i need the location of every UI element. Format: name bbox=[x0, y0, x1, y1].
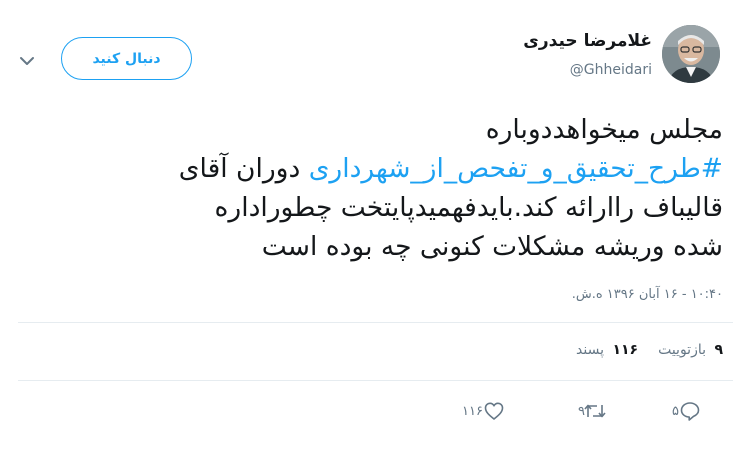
user-handle[interactable]: @Ghheidari bbox=[570, 62, 652, 78]
likes-count: ۱۱۶ bbox=[612, 342, 639, 358]
tweet-line-2-rest: دوران آقای bbox=[178, 153, 309, 184]
divider bbox=[18, 380, 733, 381]
retweet-icon bbox=[584, 400, 607, 422]
retweet-button[interactable]: ۹ bbox=[568, 399, 607, 423]
follow-button[interactable]: دنبال کنید bbox=[61, 37, 192, 80]
chevron-down-icon[interactable] bbox=[14, 48, 40, 74]
tweet-line-3: قالیباف راارائه کند.بایدفهمیدپایتخت چطور… bbox=[214, 192, 723, 223]
action-bar: ۵ ۹ ۱۱۶ bbox=[0, 399, 751, 423]
reply-count: ۵ bbox=[672, 403, 679, 419]
tweet-timestamp[interactable]: ۱۰:۴۰ - ۱۶ آبان ۱۳۹۶ ه.ش. bbox=[572, 287, 723, 302]
retweets-label: بازتوییت bbox=[658, 342, 706, 358]
tweet-line-1: مجلس میخواهددوباره bbox=[485, 114, 723, 145]
tweet-stats: ۹ بازتوییت ۱۱۶ پسند bbox=[576, 342, 723, 358]
reply-button[interactable]: ۵ bbox=[662, 399, 701, 423]
heart-icon bbox=[483, 400, 505, 422]
likes-stat[interactable]: ۱۱۶ پسند bbox=[576, 342, 638, 358]
hashtag-link[interactable]: #طرح_تحقیق_و_تفحص_از_شهرداری bbox=[309, 153, 723, 184]
like-button[interactable]: ۱۱۶ bbox=[452, 399, 505, 423]
reply-icon bbox=[679, 400, 701, 422]
tweet-line-2: #طرح_تحقیق_و_تفحص_از_شهرداری دوران آقای bbox=[83, 149, 723, 188]
like-count: ۱۱۶ bbox=[462, 403, 483, 419]
retweet-count: ۹ bbox=[578, 403, 585, 419]
avatar[interactable] bbox=[662, 25, 720, 83]
display-name[interactable]: غلامرضا حیدری bbox=[523, 31, 652, 51]
likes-label: پسند bbox=[576, 342, 604, 358]
tweet-text: مجلس میخواهددوباره #طرح_تحقیق_و_تفحص_از_… bbox=[83, 110, 723, 266]
retweets-count: ۹ bbox=[714, 342, 723, 358]
tweet-line-4: شده وریشه مشکلات کنونی چه بوده است bbox=[261, 231, 723, 262]
divider bbox=[18, 322, 733, 323]
retweets-stat[interactable]: ۹ بازتوییت bbox=[658, 342, 723, 358]
